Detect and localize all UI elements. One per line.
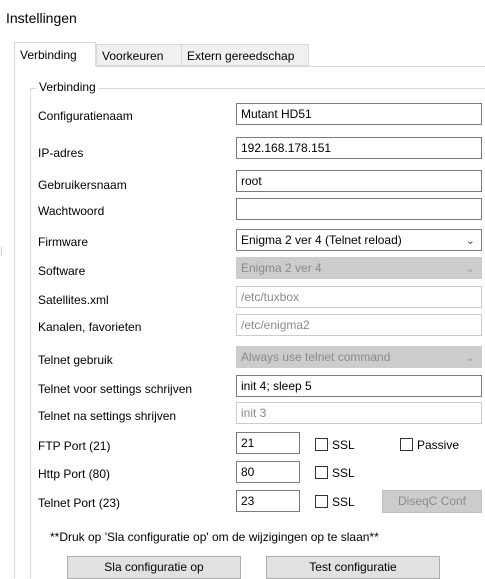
telnet-before-input[interactable]: init 4; sleep 5: [236, 375, 482, 397]
ftp-port-input[interactable]: 21: [236, 432, 300, 454]
chevron-down-icon: ⌄: [465, 352, 475, 364]
ftp-port-label: FTP Port (21): [38, 439, 111, 453]
telnet-use-select[interactable]: Always use telnet command ⌄: [236, 346, 482, 368]
ftp-ssl-checkbox[interactable]: [315, 438, 328, 451]
channels-label: Kanalen, favorieten: [38, 320, 142, 334]
save-config-button[interactable]: Sla configuratie op: [67, 556, 241, 579]
firmware-select[interactable]: Enigma 2 ver 4 (Telnet reload) ⌄: [236, 229, 482, 251]
telnet-use-value: Always use telnet command: [241, 350, 391, 364]
telnet-after-input[interactable]: init 3: [236, 402, 482, 424]
diseqc-conf-button[interactable]: DiseqC Conf: [382, 490, 482, 513]
telnet-use-label: Telnet gebruik: [38, 353, 113, 367]
telnet-ssl-checkbox[interactable]: [315, 495, 328, 508]
ftp-ssl-label: SSL: [332, 438, 355, 452]
http-ssl-checkbox[interactable]: [315, 466, 328, 479]
tab-voorkeuren[interactable]: Voorkeuren: [96, 44, 182, 66]
save-hint-note: **Druk op 'Sla configuratie op' om de wi…: [50, 530, 379, 544]
ftp-passive-checkbox[interactable]: [400, 438, 413, 451]
telnet-port-input[interactable]: 23: [236, 490, 300, 512]
chevron-down-icon: ⌄: [465, 263, 475, 275]
tab-verbinding[interactable]: Verbinding: [14, 42, 96, 67]
group-title: Verbinding: [36, 80, 99, 94]
software-label: Software: [38, 264, 86, 278]
chevron-down-icon: ⌄: [465, 235, 475, 247]
telnet-before-label: Telnet voor settings schrijven: [38, 382, 193, 396]
http-port-label: Http Port (80): [38, 467, 111, 481]
ip-label: IP-adres: [38, 146, 84, 160]
password-input[interactable]: [236, 198, 482, 220]
http-ssl-label: SSL: [332, 466, 355, 480]
satellites-input[interactable]: /etc/tuxbox: [236, 286, 482, 308]
telnet-port-label: Telnet Port (23): [38, 496, 121, 510]
firmware-label: Firmware: [38, 235, 88, 249]
username-label: Gebruikersnaam: [38, 178, 127, 192]
http-port-input[interactable]: 80: [236, 461, 300, 483]
firmware-value: Enigma 2 ver 4 (Telnet reload): [241, 233, 402, 247]
telnet-after-label: Telnet na settings shrijven: [38, 409, 177, 423]
software-value: Enigma 2 ver 4: [241, 261, 322, 275]
channels-input[interactable]: /etc/enigma2: [236, 314, 482, 336]
software-select[interactable]: Enigma 2 ver 4 ⌄: [236, 257, 482, 279]
ftp-passive-label: Passive: [417, 438, 460, 452]
test-config-button[interactable]: Test configuratie: [266, 556, 440, 579]
config-name-input[interactable]: Mutant HD51: [236, 103, 482, 125]
username-input[interactable]: root: [236, 170, 482, 192]
window-title: Instellingen: [6, 10, 77, 26]
telnet-ssl-label: SSL: [332, 495, 355, 509]
resize-grip-icon: ⁞: [0, 247, 3, 258]
group-border-left: [30, 88, 31, 578]
config-name-label: Configuratienaam: [38, 109, 133, 123]
ip-input[interactable]: 192.168.178.151: [236, 137, 482, 159]
tab-extern-gereedschap[interactable]: Extern gereedschap: [181, 44, 309, 66]
satellites-label: Satellites.xml: [38, 293, 109, 307]
password-label: Wachtwoord: [38, 204, 105, 218]
